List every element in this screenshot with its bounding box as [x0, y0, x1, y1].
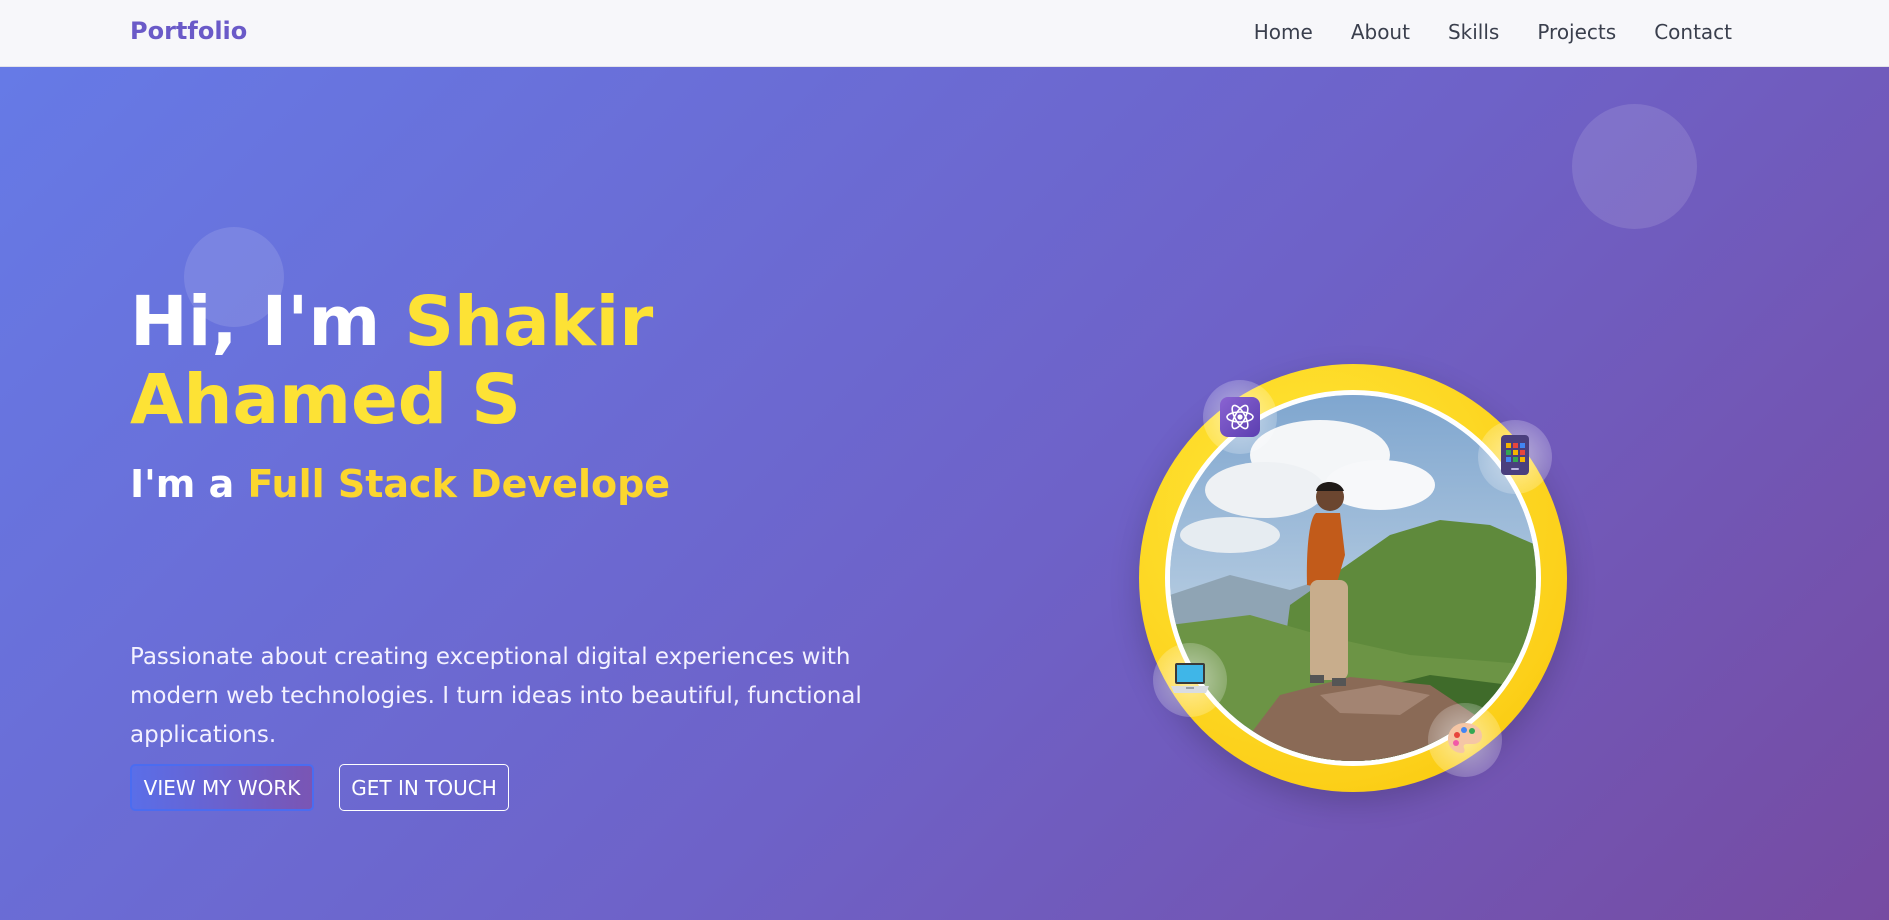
hero-description: Passionate about creating exceptional di… [130, 644, 862, 748]
hero-greeting: Hi, I'm [130, 282, 405, 362]
laptop-badge [1153, 643, 1227, 717]
mobile-icon [1499, 434, 1531, 480]
logo-link[interactable]: Portfolio [130, 17, 247, 45]
hero-title: Hi, I'm Shakir Ahamed S [130, 283, 910, 439]
react-badge [1203, 380, 1277, 454]
palette-badge [1428, 703, 1502, 777]
typed-role: Full Stack Develope [247, 462, 671, 506]
nav-links: Home About Skills Projects Contact [1254, 20, 1732, 44]
role-prefix: I'm a [130, 462, 248, 506]
nav-link-about[interactable]: About [1351, 20, 1410, 44]
laptop-icon [1169, 660, 1211, 700]
mobile-badge [1478, 420, 1552, 494]
navbar: Portfolio Home About Skills Projects Con… [0, 0, 1889, 67]
nav-link-projects[interactable]: Projects [1537, 20, 1616, 44]
get-in-touch-button[interactable]: GET IN TOUCH [339, 764, 509, 811]
nav-link-home[interactable]: Home [1254, 20, 1313, 44]
hero-subtitle: I'm a Full Stack Develope [130, 462, 670, 506]
decorative-bubble [1572, 104, 1697, 229]
view-my-work-button[interactable]: VIEW MY WORK [130, 764, 314, 811]
nav-link-contact[interactable]: Contact [1654, 20, 1732, 44]
nav-link-skills[interactable]: Skills [1448, 20, 1499, 44]
atom-icon [1220, 397, 1260, 437]
palette-icon [1446, 720, 1484, 760]
